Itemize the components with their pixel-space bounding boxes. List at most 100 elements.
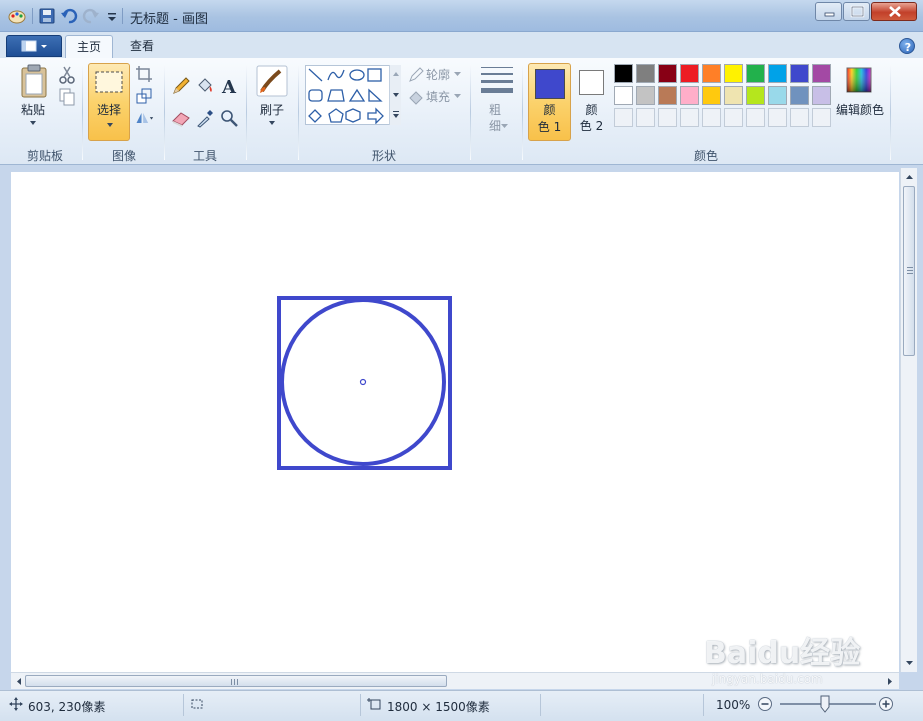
palette-swatch[interactable] <box>614 86 633 105</box>
brushes-button[interactable]: 刷子 <box>252 102 292 118</box>
minimize-icon <box>824 12 835 17</box>
copy-icon[interactable] <box>57 87 77 107</box>
scroll-left-icon[interactable] <box>12 673 26 690</box>
custom-color-slot[interactable] <box>790 108 809 127</box>
scroll-right-icon[interactable] <box>883 673 897 690</box>
canvas-size-icon <box>367 698 381 710</box>
color2-swatch[interactable] <box>579 70 604 95</box>
brush-icon[interactable] <box>256 65 288 97</box>
custom-color-slot[interactable] <box>680 108 699 127</box>
palette-swatch[interactable] <box>658 86 677 105</box>
paint-menu-button[interactable] <box>6 35 62 57</box>
cut-icon[interactable] <box>57 65 77 85</box>
text-icon[interactable]: A <box>219 76 239 96</box>
resize-icon[interactable] <box>134 86 154 106</box>
custom-color-slot[interactable] <box>768 108 787 127</box>
scroll-down-icon[interactable] <box>901 656 918 670</box>
minimize-button[interactable] <box>815 2 842 21</box>
color2-label-line1[interactable]: 颜 <box>575 102 608 118</box>
palette-swatch[interactable] <box>614 64 633 83</box>
zoom-out-icon[interactable] <box>757 696 773 712</box>
group-separator <box>470 64 471 160</box>
status-separator <box>540 694 541 716</box>
size-label-line1[interactable]: 粗 <box>483 102 507 118</box>
drawing-canvas[interactable] <box>11 172 899 672</box>
custom-color-slot[interactable] <box>702 108 721 127</box>
palette-swatch[interactable] <box>768 86 787 105</box>
magnifier-icon[interactable] <box>219 108 239 128</box>
custom-color-slot[interactable] <box>658 108 677 127</box>
zoom-slider-thumb[interactable] <box>820 695 830 713</box>
maximize-button[interactable] <box>843 2 870 21</box>
palette-swatch[interactable] <box>746 64 765 83</box>
palette-swatch[interactable] <box>724 86 743 105</box>
shapes-scrollbar[interactable] <box>389 65 401 125</box>
edit-colors-button[interactable]: 编辑颜色 <box>834 102 886 118</box>
scroll-up-icon[interactable] <box>901 170 918 184</box>
center-point <box>359 378 367 386</box>
drawn-circle[interactable] <box>280 298 446 466</box>
zoom-in-icon[interactable] <box>878 696 894 712</box>
zoom-level: 100% <box>716 698 751 712</box>
palette-swatch[interactable] <box>768 64 787 83</box>
paste-button[interactable]: 粘贴 <box>14 102 52 118</box>
window-title: 无标题 - 画图 <box>130 12 208 27</box>
paste-icon[interactable] <box>20 64 48 98</box>
line-size-icon[interactable] <box>480 65 514 95</box>
shape-fill-button[interactable]: 填充 <box>426 89 450 105</box>
shapes-group-label: 形状 <box>371 149 396 163</box>
select-button[interactable]: 选择 <box>88 63 130 141</box>
palette-swatch[interactable] <box>658 64 677 83</box>
palette-swatch[interactable] <box>746 86 765 105</box>
undo-icon[interactable] <box>60 7 78 25</box>
canvas-size: 1800 × 1500像素 <box>387 700 490 714</box>
customize-quick-access-icon[interactable] <box>103 7 121 25</box>
custom-color-slot[interactable] <box>636 108 655 127</box>
cursor-position: 603, 230像素 <box>28 700 106 714</box>
paint-app-icon[interactable] <box>8 8 26 24</box>
chevron-down-icon <box>269 121 275 125</box>
eraser-icon[interactable] <box>171 108 191 128</box>
color1-label-line2: 色 1 <box>537 120 562 134</box>
palette-swatch[interactable] <box>636 86 655 105</box>
color1-label-line1: 颜 <box>543 103 556 117</box>
crop-icon[interactable] <box>134 64 154 84</box>
custom-color-slot[interactable] <box>812 108 831 127</box>
help-icon[interactable]: ? <box>899 38 915 54</box>
shapes-grid-icon <box>308 68 384 125</box>
pencil-icon[interactable] <box>171 76 191 96</box>
redo-icon[interactable] <box>82 7 100 25</box>
edit-colors-icon[interactable] <box>845 66 873 94</box>
palette-swatch[interactable] <box>724 64 743 83</box>
color2-label-line2[interactable]: 色 2 <box>575 118 608 134</box>
vertical-scrollbar[interactable] <box>900 168 917 672</box>
rotate-icon[interactable] <box>134 108 154 128</box>
status-bar: 603, 230像素 1800 × 1500像素 100% <box>0 690 923 721</box>
palette-swatch[interactable] <box>636 64 655 83</box>
palette-swatch[interactable] <box>702 64 721 83</box>
palette-swatch[interactable] <box>790 64 809 83</box>
tab-view[interactable]: 查看 <box>118 35 166 58</box>
tab-home[interactable]: 主页 <box>65 35 113 58</box>
palette-swatch[interactable] <box>680 64 699 83</box>
palette-swatch[interactable] <box>812 64 831 83</box>
palette-swatch[interactable] <box>812 86 831 105</box>
palette-swatch[interactable] <box>790 86 809 105</box>
vertical-scroll-thumb[interactable] <box>903 186 915 356</box>
select-label: 选择 <box>96 103 121 117</box>
close-button[interactable] <box>871 2 917 21</box>
scroll-arrows-icon <box>393 72 399 118</box>
palette-swatch[interactable] <box>680 86 699 105</box>
custom-color-slot[interactable] <box>746 108 765 127</box>
horizontal-scroll-thumb[interactable] <box>25 675 447 687</box>
palette-swatch[interactable] <box>702 86 721 105</box>
custom-color-slot[interactable] <box>724 108 743 127</box>
color1-button[interactable]: 颜 色 1 <box>528 63 571 141</box>
shape-outline-button[interactable]: 轮廓 <box>426 67 450 83</box>
shapes-gallery[interactable] <box>305 65 401 125</box>
color-picker-icon[interactable] <box>195 108 215 128</box>
canvas-drawing <box>277 296 452 470</box>
save-icon[interactable] <box>38 7 56 25</box>
custom-color-slot[interactable] <box>614 108 633 127</box>
fill-bucket-icon[interactable] <box>195 76 215 96</box>
